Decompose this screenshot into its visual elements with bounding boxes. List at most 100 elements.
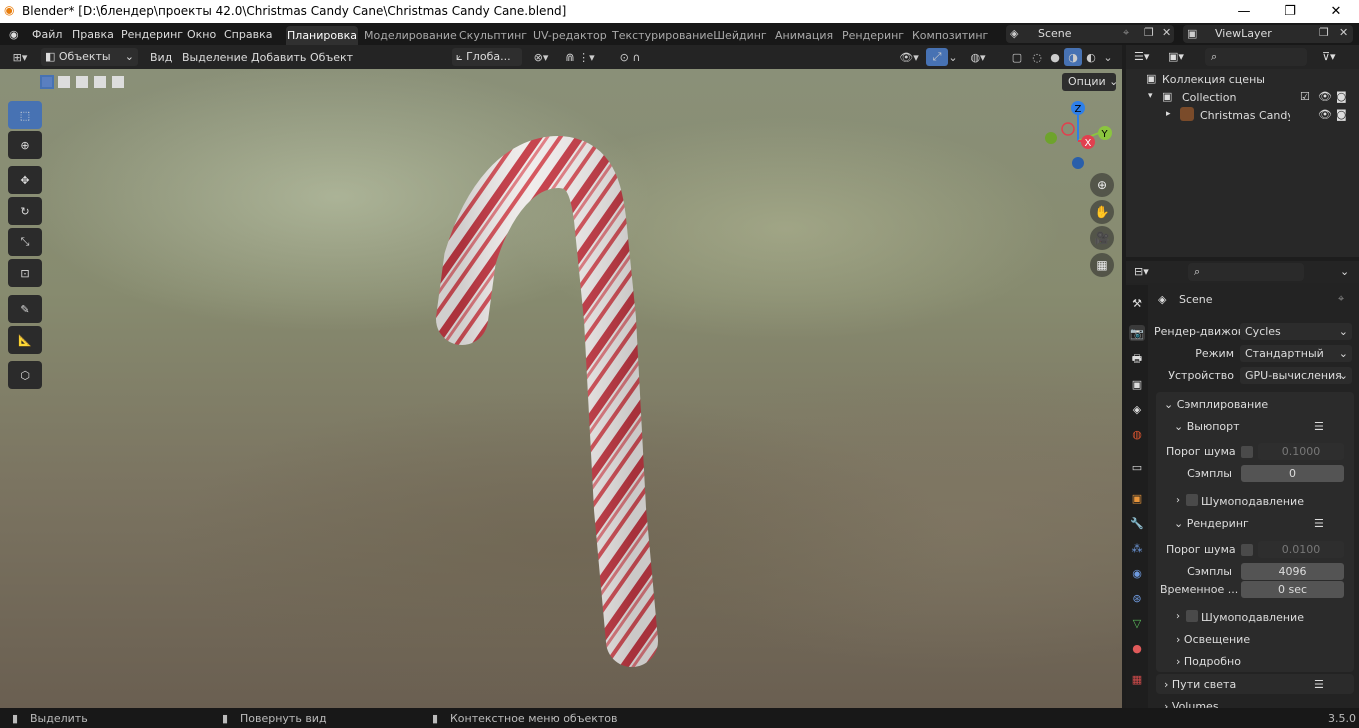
render-samples-field[interactable]: 4096 (1241, 563, 1344, 580)
snap-icon[interactable]: ⋒ ⋮▾ (558, 48, 602, 66)
blender-menu-icon[interactable]: ◉ (9, 28, 19, 41)
gizmo-neg-x[interactable] (1061, 122, 1075, 136)
mode-dropdown[interactable]: ◧ Объекты ⌄ (41, 48, 138, 66)
gizmo-neg-z[interactable] (1072, 157, 1084, 169)
render-engine-dropdown[interactable]: Cycles ⌄ (1240, 323, 1352, 340)
proportional-edit-icon[interactable]: ⊙ ∩ (608, 48, 652, 66)
gizmo-toggle-icon[interactable]: ⤢ (926, 48, 948, 66)
tab-shading[interactable]: Шейдинг (713, 26, 767, 45)
tab-uv-editing[interactable]: UV-редактор (533, 26, 607, 45)
tab-modeling[interactable]: Моделирование (364, 26, 457, 45)
light-paths-header[interactable]: › Пути света (1164, 678, 1236, 691)
collection-tab-icon[interactable]: ▭ (1129, 459, 1145, 475)
data-tab-icon[interactable]: ▽ (1129, 615, 1145, 631)
properties-search-input[interactable]: ⌕ (1188, 263, 1304, 281)
tree-scene-collection[interactable]: ▣ Коллекция сцены (1126, 70, 1359, 88)
expand-down-icon[interactable]: ▾ (1148, 91, 1153, 101)
mode-dropdown[interactable]: Стандартный ⌄ (1240, 345, 1352, 362)
menu-object[interactable]: Объект (310, 51, 353, 64)
solid-shading-icon[interactable]: ● (1046, 48, 1064, 66)
camera-view-icon[interactable]: 🎥 (1090, 226, 1114, 250)
gizmo-dropdown-icon[interactable]: ⌄ (946, 48, 960, 66)
viewport-subpanel-header[interactable]: ⌄ Выюпорт (1174, 420, 1240, 433)
modifier-tab-icon[interactable]: 🔧 (1129, 515, 1145, 531)
orientation-dropdown[interactable]: ⟀ Глоба... (452, 48, 522, 66)
ortho-grid-icon[interactable]: ▦ (1090, 253, 1114, 277)
wireframe-shading-icon[interactable]: ◌ (1028, 48, 1046, 66)
view-layer-selector[interactable]: ▣ ViewLayer ❐ ✕ (1183, 25, 1353, 43)
texture-tab-icon[interactable]: ▦ (1129, 671, 1145, 687)
visibility-icon[interactable]: 👁▾ (896, 48, 922, 66)
menu-help[interactable]: Справка (224, 28, 272, 41)
object-tab-icon[interactable]: ▣ (1129, 490, 1145, 506)
render-preset-icon[interactable]: ☰ (1314, 517, 1324, 530)
overlays-icon[interactable]: ◍▾ (964, 48, 992, 66)
advanced-subpanel-header[interactable]: › Подробно (1176, 655, 1241, 668)
tab-sculpting[interactable]: Скульптинг (459, 26, 527, 45)
tab-animation[interactable]: Анимация (775, 26, 833, 45)
menu-edit[interactable]: Правка (72, 28, 114, 41)
viewport-denoise-checkbox[interactable] (1186, 494, 1198, 506)
menu-view[interactable]: Вид (150, 51, 172, 64)
scene-selector[interactable]: ◈ Scene ⌖ ❐ ✕ (1006, 25, 1174, 43)
render-noise-checkbox[interactable] (1241, 544, 1253, 556)
tab-compositing[interactable]: Композитинг (912, 26, 988, 45)
filter-icon[interactable]: ⊽▾ (1322, 50, 1336, 63)
delete-scene-icon[interactable]: ✕ (1162, 26, 1171, 39)
material-tab-icon[interactable]: ● (1129, 640, 1145, 656)
render-subpanel-header[interactable]: ⌄ Рендеринг (1174, 517, 1249, 530)
new-view-layer-icon[interactable]: ❐ (1319, 26, 1329, 39)
view-layer-tab-icon[interactable]: ▣ (1129, 376, 1145, 392)
xray-icon[interactable]: ▢ (1006, 48, 1028, 66)
pin-icon[interactable]: ⌖ (1123, 26, 1129, 40)
editor-type-icon[interactable]: ⊞▾ (6, 48, 34, 66)
menu-window[interactable]: Окно (187, 28, 216, 41)
menu-render[interactable]: Рендеринг (121, 28, 183, 41)
physics-tab-icon[interactable]: ◉ (1129, 565, 1145, 581)
viewport-preset-icon[interactable]: ☰ (1314, 420, 1324, 433)
gizmo-neg-y[interactable] (1045, 132, 1057, 144)
menu-add[interactable]: Добавить (251, 51, 306, 64)
scene-tab-icon[interactable]: ◈ (1129, 401, 1145, 417)
tab-texture-paint[interactable]: Текстурирование (612, 26, 713, 45)
visibility-eye-icon[interactable]: 👁 (1318, 90, 1332, 103)
sampling-header[interactable]: ⌄ Сэмплирование (1164, 398, 1268, 411)
shading-dropdown-icon[interactable]: ⌄ (1100, 48, 1116, 66)
object-eye-icon[interactable]: 👁 (1318, 108, 1332, 121)
3d-viewport[interactable]: Опции ⌄ ⬚ ⊕ ✥ ↻ ⤡ ⊡ ✎ 📐 ⬡ Z Y X ⊕ ✋ 🎥 ▦ (0, 69, 1122, 708)
menu-select[interactable]: Выделение (182, 51, 248, 64)
properties-options-icon[interactable]: ⌄ (1340, 265, 1349, 278)
expand-right-icon[interactable]: ▸ (1166, 109, 1171, 119)
tool-tab-icon[interactable]: ⚒ (1129, 295, 1145, 311)
render-noise-field[interactable]: 0.0100 (1258, 541, 1344, 558)
close-window-button[interactable]: ✕ (1313, 0, 1359, 23)
outliner-editor-icon[interactable]: ☰▾ (1134, 50, 1149, 63)
display-mode-icon[interactable]: ▣▾ (1168, 50, 1184, 63)
constraints-tab-icon[interactable]: ⊛ (1129, 590, 1145, 606)
properties-editor-icon[interactable]: ⊟▾ (1134, 265, 1149, 278)
time-limit-field[interactable]: 0 sec (1241, 581, 1344, 598)
viewport-noise-field[interactable]: 0.1000 (1258, 443, 1344, 460)
render-camera-icon[interactable]: ◙ (1336, 90, 1347, 103)
minimize-button[interactable]: — (1221, 0, 1267, 23)
expand-right-icon[interactable]: › (1176, 611, 1180, 622)
tab-rendering[interactable]: Рендеринг (842, 26, 904, 45)
viewport-samples-field[interactable]: 0 (1241, 465, 1344, 482)
device-dropdown[interactable]: GPU-вычисления ⌄ (1240, 367, 1352, 384)
zoom-icon[interactable]: ⊕ (1090, 173, 1114, 197)
render-denoise-checkbox[interactable] (1186, 610, 1198, 622)
object-camera-icon[interactable]: ◙ (1336, 108, 1347, 121)
viewport-noise-checkbox[interactable] (1241, 446, 1253, 458)
tab-layout[interactable]: Планировка (286, 26, 358, 45)
lighting-subpanel-header[interactable]: › Освещение (1176, 633, 1250, 646)
pan-hand-icon[interactable]: ✋ (1090, 200, 1114, 224)
outliner-search-input[interactable]: ⌕ (1205, 48, 1307, 66)
delete-view-layer-icon[interactable]: ✕ (1339, 26, 1348, 39)
menu-file[interactable]: Файл (32, 28, 62, 41)
rendered-shading-icon[interactable]: ◐ (1082, 48, 1100, 66)
expand-right-icon[interactable]: › (1176, 495, 1180, 506)
light-paths-preset-icon[interactable]: ☰ (1314, 678, 1324, 691)
exclude-checkbox-icon[interactable]: ☑ (1300, 90, 1310, 103)
tree-collection[interactable]: ▾ ▣ Collection ☑ 👁 ◙ (1126, 88, 1359, 106)
navigation-gizmo[interactable]: Z Y X (1040, 99, 1116, 175)
